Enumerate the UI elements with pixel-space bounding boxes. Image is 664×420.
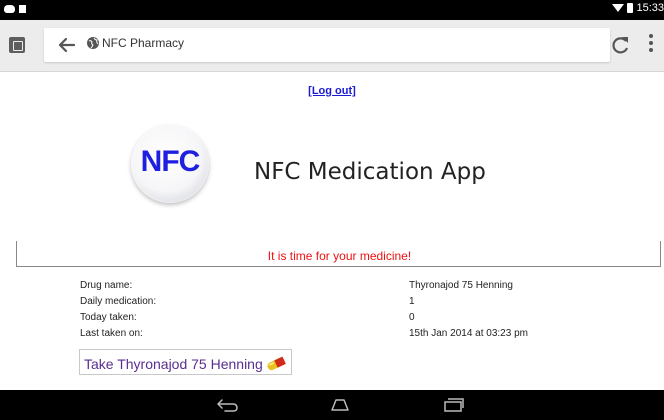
take-medicine-label: Take Thyronajod 75 Henning [84,355,263,372]
logo-text: NFC [140,145,201,178]
status-time: 15:33 [636,2,664,14]
battery-icon [627,3,634,13]
navigation-bar [0,390,664,420]
globe-icon [87,37,99,49]
drug-name-label: Drug name: [80,280,133,291]
daily-medication-label: Daily medication: [80,296,157,307]
alert-message: It is time for your medicine! [267,249,412,263]
info-values: Thyronajod 75 Henning 1 0 15th Jan 2014 … [409,278,528,342]
browser-toolbar: NFC Pharmacy [0,20,664,72]
page-content: [Log out] NFC NFC Medication App It is t… [0,73,664,390]
tab-switcher-icon[interactable] [9,37,25,53]
info-labels: Drug name: Daily medication: Today taken… [80,278,156,342]
back-arrow-icon[interactable] [54,33,80,57]
overflow-menu-icon[interactable] [646,34,656,58]
cloud-icon [4,5,15,13]
status-system: 15:33 [612,2,664,14]
today-taken-label: Today taken: [80,312,137,323]
logout-link[interactable]: [Log out] [0,85,664,97]
reload-icon[interactable] [610,35,632,55]
last-taken-value: 15th Jan 2014 at 03:23 pm [409,328,528,339]
last-taken-label: Last taken on: [80,328,143,339]
status-notifications [4,5,26,13]
nav-back-icon[interactable] [216,397,240,413]
today-taken-value: 0 [409,312,415,323]
nfc-logo: NFC [131,125,209,203]
take-medicine-button[interactable]: Take Thyronajod 75 Henning [79,349,292,375]
nav-home-icon[interactable] [328,397,352,413]
wifi-icon [612,4,625,12]
pill-icon [267,356,286,370]
drug-name-value: Thyronajod 75 Henning [409,280,513,291]
square-icon [19,5,26,13]
alert-box: It is time for your medicine! [16,241,661,267]
nav-recents-icon[interactable] [441,397,465,413]
page-title: NFC Medication App [254,159,486,185]
daily-medication-value: 1 [409,296,415,307]
status-bar: 15:33 [0,0,664,20]
url-text[interactable]: NFC Pharmacy [102,36,184,50]
